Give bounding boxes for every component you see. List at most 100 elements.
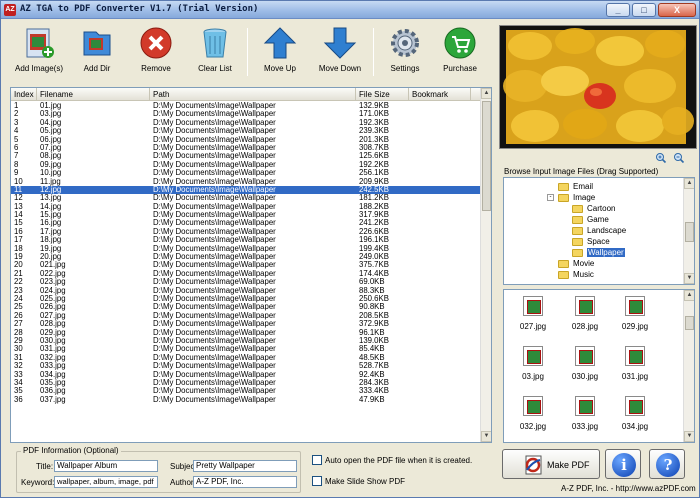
- column-filename[interactable]: Filename: [37, 88, 150, 101]
- title-field[interactable]: Wallpaper Album: [54, 460, 158, 472]
- image-file-icon: [575, 396, 595, 416]
- tree-node-label: Music: [573, 270, 594, 279]
- clear-list-button[interactable]: Clear List: [186, 26, 244, 73]
- remove-icon: [139, 26, 173, 60]
- column-bookmark[interactable]: Bookmark: [409, 88, 471, 101]
- maximize-button[interactable]: □: [632, 3, 656, 17]
- settings-label: Settings: [390, 64, 420, 73]
- tree-node-label: Game: [587, 215, 609, 224]
- image-preview: [499, 25, 697, 149]
- thumbnail-scrollbar[interactable]: ▲ ▼: [683, 290, 694, 442]
- thumbnail-grid[interactable]: ▲ ▼ 027.jpg 028.jpg 029.jpg 03.jpg 030.jpg 03…: [503, 289, 695, 443]
- arrow-up-icon: [263, 26, 297, 60]
- move-up-button[interactable]: Move Up: [251, 26, 309, 73]
- thumbnail-item[interactable]: 034.jpg: [615, 396, 655, 431]
- row-index: 36: [14, 394, 23, 404]
- thumbnail-label: 031.jpg: [621, 372, 649, 381]
- row-filename: 037.jpg: [40, 394, 66, 404]
- help-button[interactable]: ?: [649, 449, 685, 479]
- folder-tree[interactable]: ▲ ▼ Email - Image Cartoon Game Landscape Space…: [503, 177, 695, 285]
- auto-open-label: Auto open the PDF file when it is create…: [325, 456, 473, 465]
- window-title: AZ TGA to PDF Converter V1.7 (Trial Vers…: [20, 4, 259, 14]
- tree-node-wallpaper[interactable]: Wallpaper: [572, 247, 625, 258]
- file-list[interactable]: Index Filename Path File Size Bookmark 1…: [10, 87, 492, 443]
- thumbnail-label: 027.jpg: [519, 322, 547, 331]
- settings-button[interactable]: Settings: [376, 26, 434, 73]
- remove-button[interactable]: Remove: [127, 26, 185, 73]
- thumbnail-item[interactable]: 03.jpg: [513, 346, 553, 381]
- make-pdf-button[interactable]: Make PDF: [502, 449, 600, 479]
- purchase-button[interactable]: Purchase: [431, 26, 489, 73]
- scroll-down-arrow[interactable]: ▼: [684, 273, 694, 284]
- auto-open-checkbox[interactable]: [312, 455, 322, 465]
- tree-node-label: Space: [587, 237, 610, 246]
- tree-node-music[interactable]: Music: [558, 269, 594, 280]
- move-down-label: Move Down: [318, 64, 362, 73]
- scroll-thumb[interactable]: [482, 101, 491, 211]
- scroll-down-arrow[interactable]: ▼: [684, 431, 694, 442]
- folder-icon: [572, 204, 583, 213]
- thumbnail-item[interactable]: 028.jpg: [565, 296, 605, 331]
- pdf-info-legend: PDF Information (Optional): [21, 446, 121, 455]
- scroll-thumb[interactable]: [685, 222, 694, 242]
- slide-show-checkbox[interactable]: [312, 476, 322, 486]
- close-button[interactable]: X: [658, 3, 696, 17]
- minimize-button[interactable]: _: [606, 3, 630, 17]
- add-images-button[interactable]: Add Image(s): [10, 26, 68, 73]
- thumbnail-item[interactable]: 027.jpg: [513, 296, 553, 331]
- help-icon: ?: [656, 453, 680, 477]
- tree-node-image[interactable]: - Image: [547, 192, 595, 203]
- tree-node-game[interactable]: Game: [572, 214, 609, 225]
- thumbnail-item[interactable]: 031.jpg: [615, 346, 655, 381]
- thumbnail-item[interactable]: 029.jpg: [615, 296, 655, 331]
- thumbnail-item[interactable]: 032.jpg: [513, 396, 553, 431]
- folder-icon: [572, 237, 583, 246]
- file-list-rows: 1 01.jpg D:\My Documents\Image\Wallpaper 13…: [11, 101, 481, 404]
- scroll-down-arrow[interactable]: ▼: [481, 431, 491, 442]
- tree-node-space[interactable]: Space: [572, 236, 610, 247]
- thumbnail-item[interactable]: 033.jpg: [565, 396, 605, 431]
- remove-label: Remove: [141, 64, 171, 73]
- title-label: Title:: [36, 462, 54, 471]
- info-button[interactable]: i: [605, 449, 641, 479]
- column-path[interactable]: Path: [150, 88, 356, 101]
- file-list-scrollbar[interactable]: ▲ ▼: [480, 88, 491, 442]
- thumbnail-label: 028.jpg: [571, 322, 599, 331]
- zoom-in-icon[interactable]: [655, 152, 667, 164]
- folder-icon: [572, 226, 583, 235]
- tree-node-cartoon[interactable]: Cartoon: [572, 203, 615, 214]
- scroll-up-arrow[interactable]: ▲: [481, 88, 491, 99]
- add-images-icon: [22, 26, 56, 60]
- toolbar: Add Image(s) Add Dir Remove Clear List M…: [2, 20, 494, 84]
- info-icon: i: [612, 453, 636, 477]
- move-down-button[interactable]: Move Down: [311, 26, 369, 73]
- browse-title: Browse Input Image Files (Drag Supported…: [504, 167, 659, 176]
- scroll-up-arrow[interactable]: ▲: [684, 290, 694, 301]
- image-file-icon: [575, 346, 595, 366]
- pdf-info-group: PDF Information (Optional) Title: Wallpa…: [16, 446, 301, 493]
- collapse-icon[interactable]: -: [547, 194, 554, 201]
- scroll-thumb[interactable]: [685, 316, 694, 330]
- pdf-icon: [525, 455, 542, 475]
- thumbnail-label: 03.jpg: [522, 372, 544, 381]
- toolbar-separator: [373, 28, 374, 76]
- tree-node-label: Email: [573, 182, 594, 191]
- table-row[interactable]: 36 037.jpg D:\My Documents\Image\Wallpaper…: [11, 394, 481, 404]
- zoom-out-icon[interactable]: [673, 152, 685, 164]
- scroll-up-arrow[interactable]: ▲: [684, 178, 694, 189]
- tree-scrollbar[interactable]: ▲ ▼: [683, 178, 694, 284]
- author-field[interactable]: A-Z PDF, Inc.: [193, 476, 297, 488]
- thumbnail-item[interactable]: 030.jpg: [565, 346, 605, 381]
- column-file-size[interactable]: File Size: [356, 88, 409, 101]
- folder-icon: [572, 248, 583, 257]
- column-index[interactable]: Index: [11, 88, 37, 101]
- tree-node-movie[interactable]: Movie: [558, 258, 594, 269]
- tree-node-landscape[interactable]: Landscape: [572, 225, 626, 236]
- arrow-down-icon: [323, 26, 357, 60]
- add-dir-button[interactable]: Add Dir: [68, 26, 126, 73]
- subject-field[interactable]: Pretty Wallpaper: [193, 460, 297, 472]
- keyword-field[interactable]: wallpaper, album, image, pdf: [54, 476, 158, 488]
- tree-node-label: Landscape: [587, 226, 627, 235]
- image-file-icon: [523, 396, 543, 416]
- tree-node-email[interactable]: Email: [558, 181, 593, 192]
